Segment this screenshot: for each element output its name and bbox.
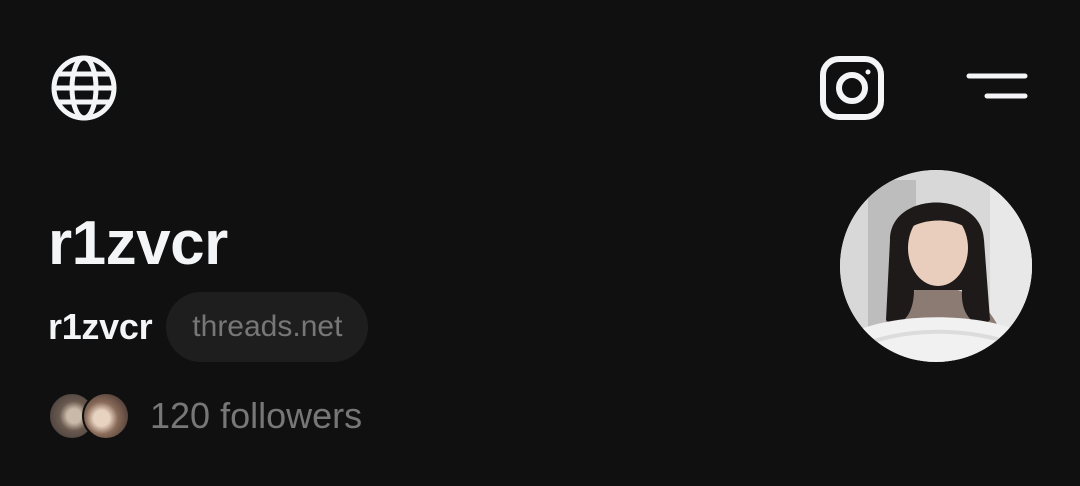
- followers-count: 120 followers: [150, 395, 363, 436]
- display-name: r1zvcr: [48, 209, 228, 278]
- profile-avatar[interactable]: [840, 170, 1032, 362]
- follower-avatar: [82, 392, 130, 440]
- followers-link[interactable]: 120 followers: [48, 388, 362, 444]
- instagram-icon[interactable]: [816, 52, 888, 124]
- globe-icon[interactable]: [48, 52, 120, 124]
- username: r1zvcr: [48, 306, 153, 347]
- menu-icon[interactable]: [960, 60, 1032, 112]
- handle-row: r1zvcr threads.net: [48, 292, 369, 362]
- threads-domain-chip[interactable]: threads.net: [166, 292, 369, 362]
- follower-avatars: [48, 390, 134, 442]
